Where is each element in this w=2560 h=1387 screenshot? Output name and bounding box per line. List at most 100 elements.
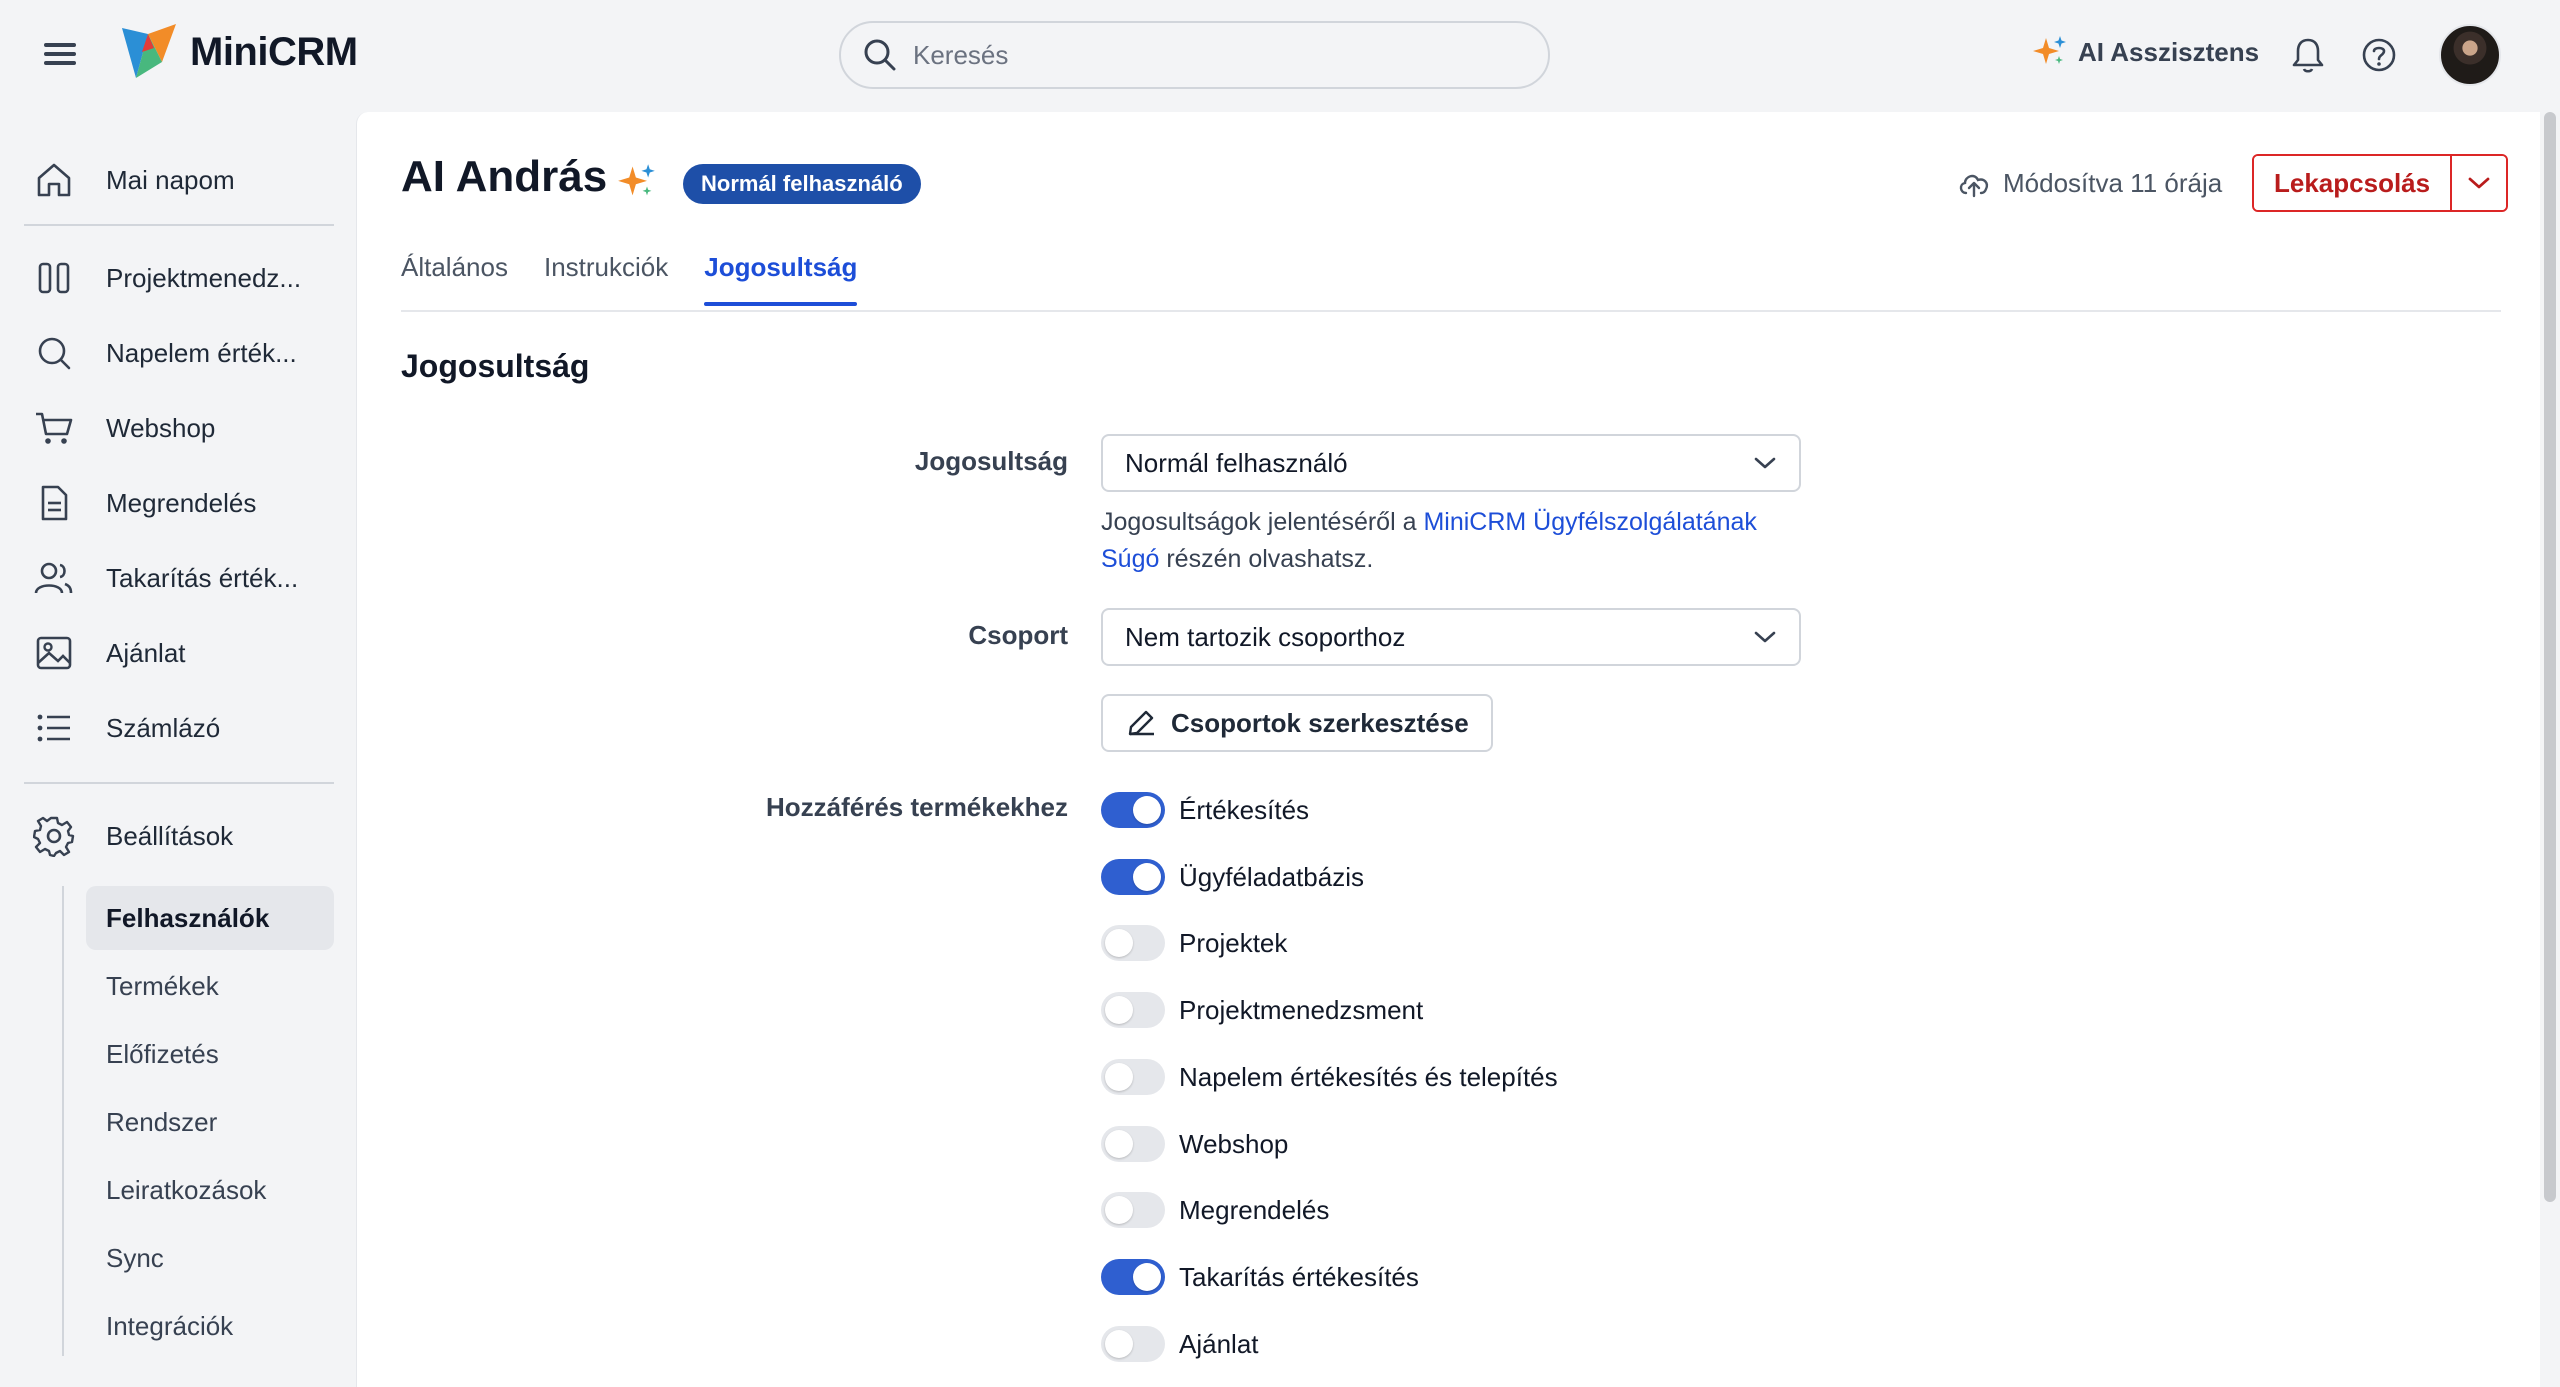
scrollbar[interactable] — [2544, 112, 2556, 1202]
document-icon — [24, 483, 84, 523]
product-toggle-row: Takarítás értékesítés — [1101, 1257, 1419, 1297]
sidebar-item-label: Beállítások — [106, 820, 234, 851]
sidebar-item-label: Projektmenedz... — [106, 262, 302, 293]
submenu-line — [62, 886, 64, 1356]
sidebar-item-label: Mai napom — [106, 164, 235, 195]
sidebar-item-mai-napom[interactable]: Mai napom — [24, 148, 336, 212]
search-input[interactable] — [913, 39, 1513, 71]
product-toggle[interactable] — [1101, 1126, 1165, 1162]
tabs: Általános Instrukciók Jogosultság — [401, 252, 893, 306]
product-toggle-row: Megrendelés — [1101, 1190, 1329, 1230]
help-prefix: Jogosultságok jelentéséről a — [1101, 508, 1424, 536]
tab-jogosultsag[interactable]: Jogosultság — [704, 252, 858, 306]
sidebar-item-label: Számlázó — [106, 712, 221, 743]
chevron-down-icon — [1754, 457, 1776, 469]
sidebar-item-megrendeles[interactable]: Megrendelés — [24, 471, 336, 535]
chevron-down-icon — [2468, 177, 2490, 189]
access-label: Hozzáférés termékekhez — [765, 792, 1068, 822]
permission-select[interactable]: Normál felhasználó — [1101, 434, 1801, 492]
sidebar-item-projektmenedzsment[interactable]: Projektmenedz... — [24, 246, 336, 310]
disable-user-split-button: Lekapcsolás — [2252, 154, 2509, 212]
help-icon[interactable] — [2360, 36, 2398, 79]
ai-assistant-button[interactable]: AI Asszisztens — [2032, 34, 2259, 70]
toggle-knob — [1133, 796, 1161, 824]
tab-altalanos[interactable]: Általános — [401, 252, 508, 304]
toggle-knob — [1133, 863, 1161, 891]
sidebar-item-label: Ajánlat — [106, 637, 186, 668]
search-bar[interactable] — [839, 21, 1550, 89]
pencil-icon — [1128, 710, 1154, 736]
sidebar-item-ajanlat[interactable]: Ajánlat — [24, 621, 336, 685]
sidebar-subitem-elofizetes[interactable]: Előfizetés — [86, 1022, 334, 1086]
product-toggle-label: Megrendelés — [1179, 1194, 1330, 1225]
toggle-knob — [1105, 996, 1133, 1024]
sidebar-item-label: Megrendelés — [106, 487, 257, 518]
sidebar-item-webshop[interactable]: Webshop — [24, 396, 336, 460]
tab-instrukciok[interactable]: Instrukciók — [544, 252, 668, 304]
product-toggle[interactable] — [1101, 992, 1165, 1028]
product-toggle[interactable] — [1101, 1059, 1165, 1095]
group-select[interactable]: Nem tartozik csoporthoz — [1101, 608, 1801, 666]
divider — [24, 224, 334, 226]
permission-help-text: Jogosultságok jelentéséről a MiniCRM Ügy… — [1101, 504, 1821, 578]
app-name: MiniCRM — [190, 29, 358, 74]
toggle-knob — [1105, 1130, 1133, 1158]
cart-icon — [24, 408, 84, 448]
bell-icon[interactable] — [2290, 36, 2326, 79]
product-toggle-row: Webshop — [1101, 1124, 1288, 1164]
product-toggle-row: Projektmenedzsment — [1101, 990, 1423, 1030]
product-toggle-label: Takarítás értékesítés — [1179, 1261, 1419, 1292]
permission-label: Jogosultság — [914, 446, 1068, 476]
modified-status: Módosítva 11 órája — [1957, 168, 2222, 199]
disable-user-dropdown[interactable] — [2452, 156, 2507, 210]
group-value: Nem tartozik csoporthoz — [1125, 621, 1406, 652]
product-toggle[interactable] — [1101, 1326, 1165, 1362]
search-icon — [864, 39, 896, 71]
sidebar-item-label: Webshop — [106, 412, 216, 443]
disable-user-button[interactable]: Lekapcsolás — [2254, 156, 2453, 210]
product-toggle[interactable] — [1101, 1259, 1165, 1295]
sparkle-icon — [617, 162, 657, 207]
product-toggle-row: Napelem értékesítés és telepítés — [1101, 1057, 1558, 1097]
menu-icon[interactable] — [40, 38, 80, 72]
toggle-knob — [1105, 1063, 1133, 1091]
product-toggle-row: Értékesítés — [1101, 790, 1309, 830]
chevron-down-icon — [1754, 631, 1776, 643]
product-toggle[interactable] — [1101, 859, 1165, 895]
edit-groups-button[interactable]: Csoportok szerkesztése — [1101, 694, 1493, 752]
sidebar-item-beallitasok[interactable]: Beállítások — [24, 804, 336, 868]
sidebar-subitem-integraciok[interactable]: Integrációk — [86, 1294, 334, 1358]
main-panel: AI András Normál felhasználó Módosítva 1… — [356, 112, 2540, 1387]
product-toggle[interactable] — [1101, 792, 1165, 828]
product-toggle-label: Napelem értékesítés és telepítés — [1179, 1061, 1558, 1092]
sidebar-subitem-leiratkozasok[interactable]: Leiratkozások — [86, 1158, 334, 1222]
avatar[interactable] — [2439, 24, 2501, 86]
sidebar-item-napelem[interactable]: Napelem érték... — [24, 321, 336, 385]
top-bar: MiniCRM AI Asszisztens — [0, 0, 2560, 110]
product-toggle-row: Projektek — [1101, 923, 1287, 963]
sidebar-subitem-termekek[interactable]: Termékek — [86, 954, 334, 1018]
sidebar-subitem-sync[interactable]: Sync — [86, 1226, 334, 1290]
sidebar-subitem-rendszer[interactable]: Rendszer — [86, 1090, 334, 1154]
sidebar-item-takaritas[interactable]: Takarítás érték... — [24, 546, 336, 610]
modified-text: Módosítva 11 órája — [2003, 168, 2223, 198]
sidebar: Mai napom Projektmenedz... Napelem érték… — [0, 110, 356, 1387]
product-toggle-label: Projektmenedzsment — [1179, 994, 1424, 1025]
product-toggle-row: Ügyféladatbázis — [1101, 857, 1364, 897]
sidebar-item-szamlazo[interactable]: Számlázó — [24, 696, 336, 760]
toggle-knob — [1133, 1263, 1161, 1291]
sparkle-icon — [2033, 36, 2066, 64]
help-suffix: részén olvashatsz. — [1159, 545, 1374, 573]
toggle-knob — [1105, 929, 1133, 957]
sidebar-item-label: Napelem érték... — [106, 337, 297, 368]
page-title: AI András — [401, 152, 608, 201]
product-toggle[interactable] — [1101, 925, 1165, 961]
product-toggle-label: Értékesítés — [1179, 794, 1310, 825]
sidebar-subitem-felhasznalok[interactable]: Felhasználók — [86, 886, 334, 950]
product-toggle[interactable] — [1101, 1192, 1165, 1228]
tabs-divider — [401, 310, 2501, 312]
logo[interactable]: MiniCRM — [118, 22, 358, 82]
product-toggle-label: Ügyféladatbázis — [1179, 861, 1364, 892]
search-icon — [24, 333, 84, 373]
product-toggle-row: Ajánlat — [1101, 1324, 1259, 1364]
